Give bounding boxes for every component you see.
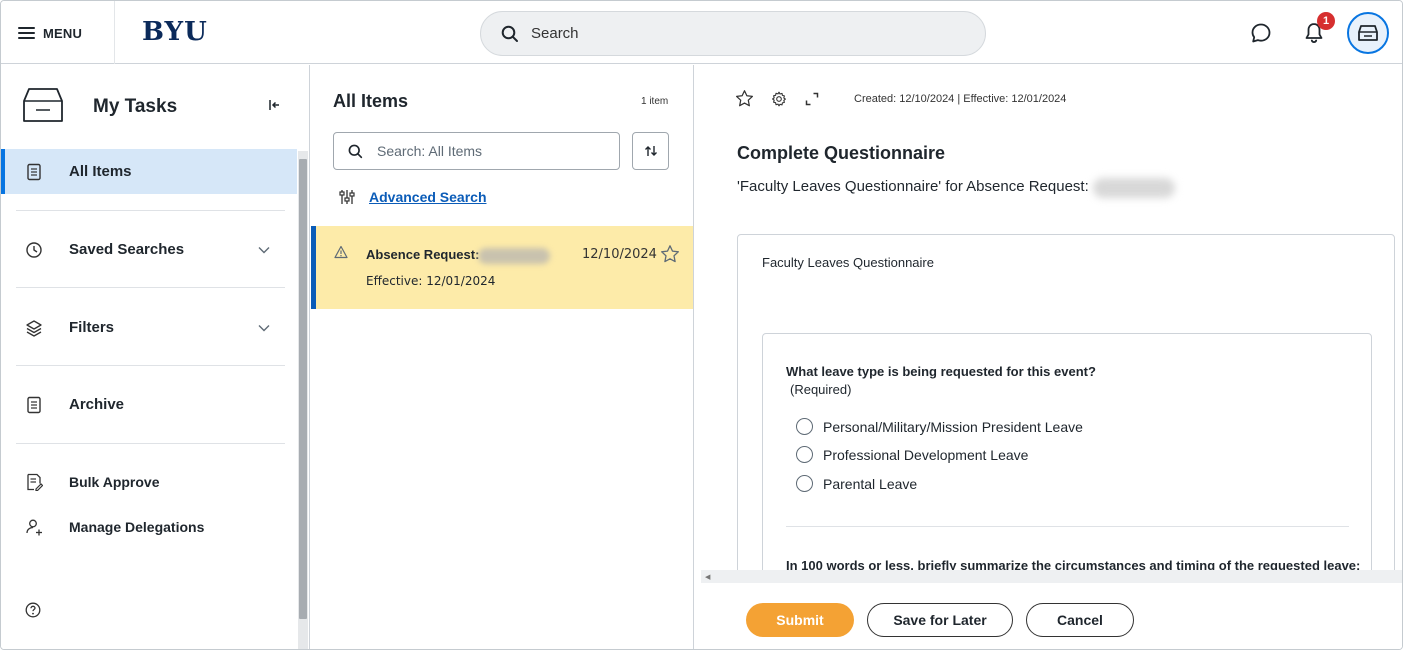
user-add-icon	[26, 519, 42, 536]
divider	[16, 287, 285, 288]
inbox-button[interactable]	[1347, 12, 1389, 54]
redacted-text	[478, 248, 550, 264]
radio-label: Professional Development Leave	[823, 446, 1029, 463]
app-frame: MENU BYU 1 My Tasks All Items Saved Sea	[0, 0, 1403, 650]
help-icon[interactable]	[25, 602, 41, 618]
questionnaire-card: Faculty Leaves Questionnaire What leave …	[737, 234, 1395, 593]
byu-logo[interactable]: BYU	[142, 17, 208, 47]
divider	[16, 210, 285, 211]
sidebar-item-filters[interactable]: Filters	[1, 305, 297, 350]
clipboard-icon	[27, 396, 41, 413]
sidebar-item-label: Bulk Approve	[69, 474, 160, 490]
advanced-search[interactable]: Advanced Search	[339, 189, 487, 205]
warning-icon	[334, 245, 348, 259]
chevron-down-icon[interactable]	[258, 324, 270, 332]
question-section: What leave type is being requested for t…	[762, 333, 1372, 593]
history-icon	[26, 241, 42, 258]
edit-document-icon	[27, 473, 43, 491]
collapse-sidebar-icon[interactable]	[268, 98, 282, 112]
task-detail-panel: Created: 12/10/2024 | Effective: 12/01/2…	[695, 65, 1402, 649]
task-search-field[interactable]	[333, 132, 620, 170]
divider	[786, 526, 1349, 527]
radio-label: Parental Leave	[823, 475, 918, 492]
chat-icon[interactable]	[1249, 21, 1273, 45]
sidebar-item-saved-searches[interactable]: Saved Searches	[1, 227, 297, 272]
radio-label: Personal/Military/Mission President Leav…	[823, 418, 1083, 435]
task-list-item[interactable]: Absence Request: 12/10/2024 Effective: 1…	[311, 226, 693, 309]
sidebar-item-bulk-approve[interactable]: Bulk Approve	[1, 465, 297, 499]
sidebar-item-label: All Items	[69, 163, 132, 180]
divider	[16, 443, 285, 444]
item-count: 1 item	[641, 96, 669, 107]
sidebar-item-all-items[interactable]: All Items	[1, 149, 297, 194]
redacted-text	[1093, 178, 1175, 198]
task-search-input[interactable]	[377, 143, 607, 159]
task-effective-date: Effective: 12/01/2024	[366, 274, 496, 288]
star-icon[interactable]	[660, 244, 680, 264]
global-search-bar[interactable]	[480, 11, 986, 56]
horizontal-scrollbar[interactable]: ◀	[701, 570, 1402, 583]
radio-button[interactable]	[796, 446, 813, 463]
required-label: (Required)	[790, 382, 852, 397]
radio-option[interactable]: Professional Development Leave	[796, 446, 1028, 463]
search-icon	[348, 144, 363, 158]
task-date: 12/10/2024	[582, 247, 657, 262]
sidebar-item-archive[interactable]: Archive	[1, 382, 297, 427]
sidebar-title: My Tasks	[93, 96, 178, 117]
detail-toolbar	[735, 89, 820, 108]
expand-icon[interactable]	[804, 91, 820, 107]
sort-button[interactable]	[632, 132, 669, 170]
task-list-panel: All Items 1 item Advanced Search Absence…	[311, 65, 694, 649]
sidebar-item-manage-delegations[interactable]: Manage Delegations	[1, 510, 297, 544]
created-effective-meta: Created: 12/10/2024 | Effective: 12/01/2…	[854, 93, 1067, 105]
sidebar-item-label: Archive	[69, 396, 125, 413]
sidebar-scrollbar[interactable]	[298, 151, 308, 649]
gear-icon[interactable]	[771, 91, 787, 107]
inbox-tray-icon	[1358, 25, 1378, 41]
sidebar-header: My Tasks	[1, 65, 297, 149]
advanced-search-link[interactable]: Advanced Search	[369, 189, 487, 205]
question-label: What leave type is being requested for t…	[786, 364, 1096, 379]
menu-label: MENU	[43, 25, 83, 41]
cancel-button[interactable]: Cancel	[1026, 603, 1134, 637]
page-subtitle: 'Faculty Leaves Questionnaire' for Absen…	[737, 178, 1089, 195]
sidebar-item-label: Manage Delegations	[69, 519, 205, 535]
radio-option[interactable]: Parental Leave	[796, 475, 917, 492]
chevron-down-icon[interactable]	[258, 246, 270, 254]
sort-icon	[644, 146, 657, 156]
page-title: Complete Questionnaire	[737, 143, 946, 163]
menu-button[interactable]: MENU	[18, 21, 82, 45]
top-bar: MENU BYU 1	[1, 1, 1402, 64]
submit-button[interactable]: Submit	[746, 603, 854, 637]
task-list-title: All Items	[333, 91, 409, 111]
notification-badge: 1	[1317, 12, 1335, 30]
questionnaire-title: Faculty Leaves Questionnaire	[762, 255, 934, 270]
star-icon[interactable]	[735, 89, 754, 108]
radio-button[interactable]	[796, 475, 813, 492]
save-for-later-button[interactable]: Save for Later	[867, 603, 1013, 637]
action-footer: Submit Save for Later Cancel	[695, 583, 1402, 649]
sidebar-item-label: Saved Searches	[69, 241, 185, 258]
scrollbar-thumb[interactable]	[299, 159, 307, 619]
radio-button[interactable]	[796, 418, 813, 435]
hamburger-icon	[18, 27, 35, 39]
scroll-left-icon[interactable]: ◀	[705, 573, 710, 581]
divider	[16, 365, 285, 366]
my-tasks-sidebar: My Tasks All Items Saved Searches Filter…	[1, 65, 310, 649]
sidebar-item-label: Filters	[69, 319, 115, 336]
radio-option[interactable]: Personal/Military/Mission President Leav…	[796, 418, 1083, 435]
filter-sliders-icon	[339, 190, 355, 204]
layers-icon	[26, 319, 42, 337]
search-icon	[501, 25, 518, 42]
inbox-tray-icon	[23, 88, 63, 122]
task-name: Absence Request:	[366, 247, 480, 262]
global-search-input[interactable]	[531, 25, 931, 42]
clipboard-icon	[27, 163, 41, 180]
divider	[114, 1, 115, 64]
